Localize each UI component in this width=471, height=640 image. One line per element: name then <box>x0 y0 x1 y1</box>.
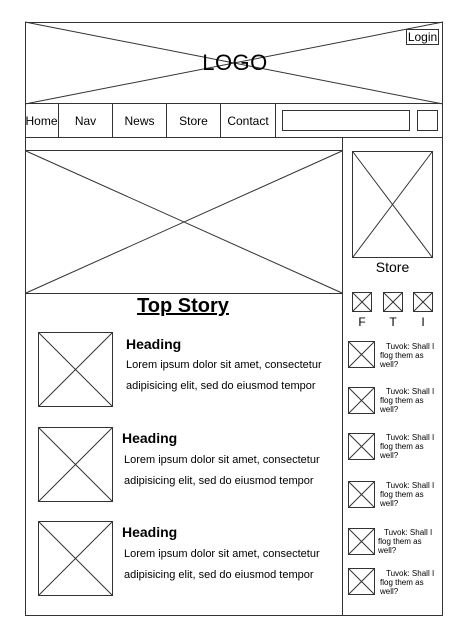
placeholder-cross-icon <box>39 428 112 501</box>
placeholder-cross-icon <box>26 151 342 293</box>
placeholder-cross-icon <box>349 569 374 594</box>
placeholder-cross-icon <box>353 293 371 311</box>
article-heading[interactable]: Heading <box>122 430 177 446</box>
nav-item-home[interactable]: Home <box>25 104 59 137</box>
comment-text[interactable]: Tuvok: Shall I flog them as well? <box>380 569 440 596</box>
placeholder-cross-icon <box>353 152 432 257</box>
article-image-placeholder <box>38 427 113 502</box>
article-image-placeholder <box>38 521 113 596</box>
instagram-icon[interactable] <box>413 292 433 312</box>
nav-item-nav[interactable]: Nav <box>59 104 113 137</box>
facebook-icon[interactable] <box>352 292 372 312</box>
article-text-line: adipisicing elit, sed do eiusmod tempor <box>124 569 314 581</box>
placeholder-cross-icon <box>414 293 432 311</box>
top-story-title[interactable]: Top Story <box>118 295 248 318</box>
comment-text[interactable]: Tuvok: Shall I flog them as well? <box>378 528 438 555</box>
search-button[interactable] <box>417 110 438 131</box>
nav-item-news[interactable]: News <box>113 104 167 137</box>
comment-avatar <box>348 481 375 508</box>
article-heading[interactable]: Heading <box>122 524 177 540</box>
article-image-placeholder <box>38 332 113 407</box>
placeholder-cross-icon <box>349 388 374 413</box>
store-image-placeholder[interactable] <box>352 151 433 258</box>
hero-image-placeholder <box>25 150 343 294</box>
store-label[interactable]: Store <box>352 259 433 275</box>
nav-bottom-divider <box>25 137 443 138</box>
placeholder-cross-icon <box>349 342 374 367</box>
nav-item-contact[interactable]: Contact <box>221 104 276 137</box>
social-label-instagram: I <box>421 315 425 329</box>
placeholder-cross-icon <box>349 529 374 554</box>
article-heading[interactable]: Heading <box>126 336 181 352</box>
article-text-line: adipisicing elit, sed do eiusmod tempor <box>124 475 314 487</box>
comment-text[interactable]: Tuvok: Shall I flog them as well? <box>380 481 440 508</box>
article-text-line: adipisicing elit, sed do eiusmod tempor <box>126 380 316 392</box>
comment-avatar <box>348 341 375 368</box>
placeholder-cross-icon <box>349 434 374 459</box>
placeholder-cross-icon <box>39 333 112 406</box>
placeholder-cross-icon <box>39 522 112 595</box>
comment-avatar <box>348 528 375 555</box>
comment-text[interactable]: Tuvok: Shall I flog them as well? <box>380 433 440 460</box>
logo-text: LOGO <box>202 50 268 75</box>
twitter-icon[interactable] <box>383 292 403 312</box>
search-input[interactable] <box>282 110 410 131</box>
placeholder-cross-icon <box>384 293 402 311</box>
comment-avatar <box>348 433 375 460</box>
comment-avatar <box>348 568 375 595</box>
placeholder-cross-icon <box>349 482 374 507</box>
login-button[interactable]: Login <box>406 29 439 45</box>
comment-text[interactable]: Tuvok: Shall I flog them as well? <box>380 342 440 369</box>
social-label-facebook: F <box>358 315 366 329</box>
nav-item-store[interactable]: Store <box>167 104 221 137</box>
social-label-twitter: T <box>389 315 397 329</box>
comment-avatar <box>348 387 375 414</box>
comment-text[interactable]: Tuvok: Shall I flog them as well? <box>380 387 440 414</box>
